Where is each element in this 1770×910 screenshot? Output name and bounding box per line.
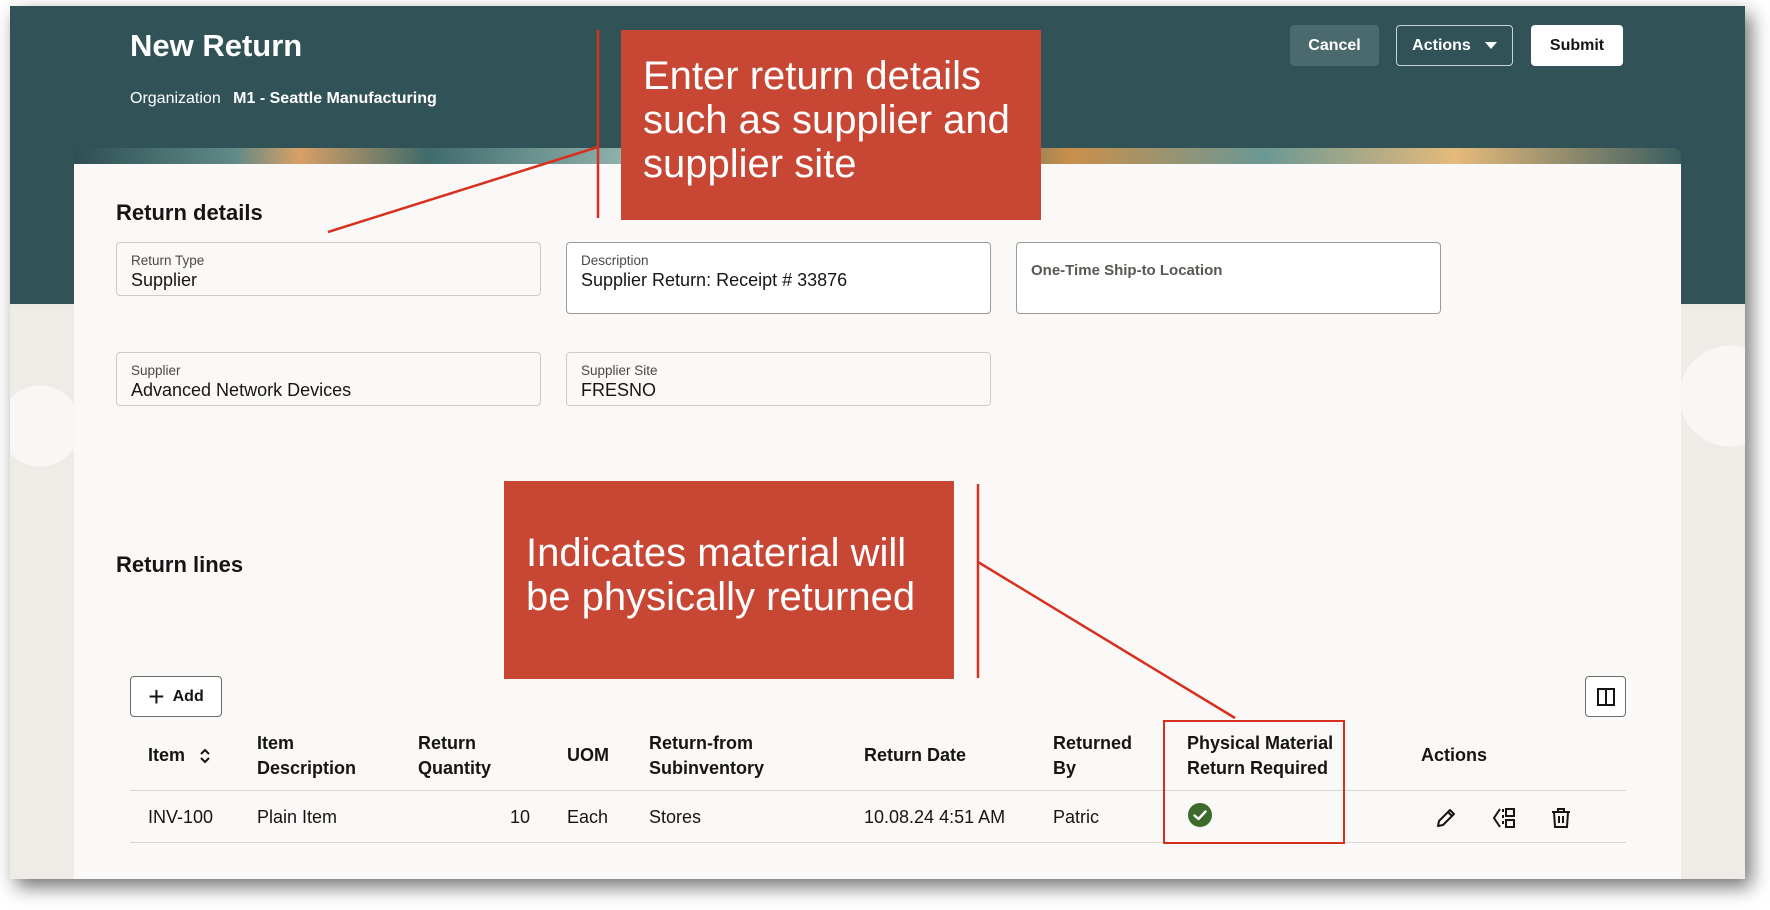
return-type-field: Return Type Supplier xyxy=(116,242,541,296)
ship-to-location-field[interactable]: One-Time Ship-to Location xyxy=(1016,242,1441,314)
caret-down-icon xyxy=(1484,42,1497,49)
description-label: Description xyxy=(581,253,649,268)
delete-button[interactable] xyxy=(1545,802,1577,834)
actions-menu-button[interactable]: Actions xyxy=(1396,25,1513,66)
return-details-heading: Return details xyxy=(116,200,263,225)
supplier-site-label: Supplier Site xyxy=(581,363,658,378)
organization-info: Organization M1 - Seattle Manufacturing xyxy=(130,90,437,108)
cell-return-date: 10.08.24 4:51 AM xyxy=(864,807,1006,827)
plus-icon: + xyxy=(148,680,165,712)
column-header-item-label: Item xyxy=(148,745,186,765)
column-header-actions: Actions xyxy=(1421,745,1488,765)
column-header-item[interactable]: Item xyxy=(148,743,211,768)
column-header-uom: UOM xyxy=(567,745,609,765)
ship-to-location-placeholder: One-Time Ship-to Location xyxy=(1031,262,1223,279)
column-header-subinventory: Return-from Subinventory xyxy=(649,733,765,778)
column-header-return-quantity: Return Quantity xyxy=(418,733,492,778)
split-line-button[interactable] xyxy=(1488,802,1520,834)
cell-return-quantity: 10 xyxy=(509,807,530,827)
organization-label: Organization xyxy=(130,90,221,107)
table-row-divider xyxy=(130,842,1626,843)
cell-uom: Each xyxy=(567,807,609,827)
organization-value: M1 - Seattle Manufacturing xyxy=(233,90,437,107)
supplier-site-value: FRESNO xyxy=(581,380,657,400)
submit-button-label: Submit xyxy=(1549,36,1605,54)
supplier-field: Supplier Advanced Network Devices xyxy=(116,352,541,406)
trash-icon xyxy=(1552,808,1570,828)
return-details-callout: Enter return details such as supplier an… xyxy=(621,30,1041,220)
page-title: New Return xyxy=(130,28,303,63)
supplier-site-field: Supplier Site FRESNO xyxy=(566,352,991,406)
columns-icon xyxy=(1596,687,1615,706)
column-header-item-description: Item Description xyxy=(257,733,357,778)
sort-icon[interactable] xyxy=(199,747,211,765)
actions-button-label: Actions xyxy=(1412,36,1471,54)
supplier-value: Advanced Network Devices xyxy=(131,380,352,400)
physical-return-callout: Indicates material will be physically re… xyxy=(504,481,954,679)
cell-item[interactable]: INV-100 xyxy=(148,807,213,828)
table-header-divider xyxy=(130,790,1626,791)
edit-button[interactable] xyxy=(1430,802,1462,834)
return-type-value: Supplier xyxy=(131,270,198,290)
description-field[interactable]: Description Supplier Return: Receipt # 3… xyxy=(566,242,991,314)
return-lines-heading: Return lines xyxy=(116,552,244,577)
pencil-icon xyxy=(1437,809,1455,827)
cancel-button[interactable]: Cancel xyxy=(1290,25,1379,66)
supplier-label: Supplier xyxy=(131,363,181,378)
cell-returned-by: Patric xyxy=(1053,807,1100,827)
cancel-button-label: Cancel xyxy=(1308,36,1361,54)
submit-button[interactable]: Submit xyxy=(1531,25,1623,66)
add-line-button[interactable]: + Add xyxy=(130,676,222,717)
add-button-label: Add xyxy=(172,687,204,705)
column-header-returned-by: Returned By xyxy=(1053,733,1133,778)
return-type-label: Return Type xyxy=(131,253,205,268)
columns-toggle-button[interactable] xyxy=(1585,676,1626,717)
split-icon xyxy=(1492,808,1515,828)
cell-item-description: Plain Item xyxy=(257,807,338,827)
physical-return-highlight xyxy=(1163,720,1345,844)
cell-subinventory: Stores xyxy=(649,807,702,827)
column-header-return-date: Return Date xyxy=(864,745,967,765)
description-value[interactable]: Supplier Return: Receipt # 33876 xyxy=(581,270,976,291)
